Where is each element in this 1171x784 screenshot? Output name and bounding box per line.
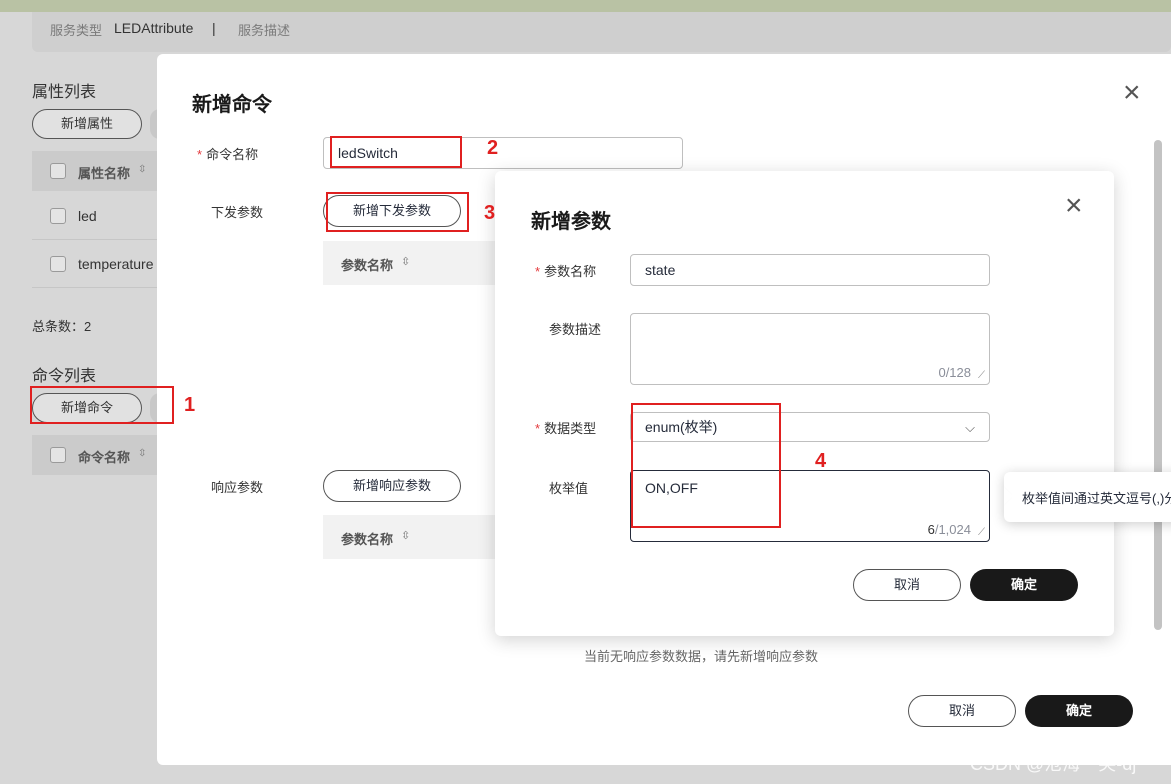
command-name-label: * 命令名称	[197, 147, 259, 162]
annotation-box-3	[326, 192, 469, 232]
table-row: temperature	[32, 240, 158, 288]
property-name-cell: temperature	[78, 256, 154, 272]
select-all-checkbox[interactable]	[50, 163, 66, 179]
response-params-table-header: 参数名称 ⇳	[323, 515, 503, 559]
service-desc-label: 服务描述	[238, 23, 291, 38]
add-response-param-button[interactable]: 新增响应参数	[323, 470, 461, 502]
annotation-box-1	[30, 386, 174, 424]
table-row: led	[32, 192, 158, 240]
sort-icon[interactable]: ⇳	[401, 255, 410, 268]
char-counter: 6/1,024	[927, 522, 971, 537]
row-checkbox[interactable]	[50, 256, 66, 272]
sort-icon[interactable]: ⇳	[138, 164, 146, 175]
command-name-header: 命令名称	[78, 450, 131, 465]
separator: |	[212, 20, 216, 36]
total-count: 总条数：2	[32, 319, 92, 334]
empty-response-tip: 当前无响应参数数据，请先新增响应参数	[584, 649, 819, 664]
command-list-title: 命令列表	[32, 368, 97, 385]
service-info-bar: 服务类型 LEDAttribute | 服务描述	[32, 12, 1171, 52]
dialog-scrollbar[interactable]	[1154, 140, 1162, 630]
param-name-label: * 参数名称	[535, 264, 597, 279]
add-property-button[interactable]: 新增属性	[32, 109, 142, 139]
enum-label: 枚举值	[549, 481, 589, 496]
close-icon[interactable]: ×	[1123, 78, 1141, 108]
annotation-box-4	[631, 403, 781, 528]
property-name-cell: led	[78, 208, 97, 224]
service-type-value: LEDAttribute	[114, 20, 194, 36]
top-strip	[0, 0, 1171, 12]
param-desc-textarea[interactable]: 0/128 ⟋	[630, 313, 990, 385]
chevron-down-icon: ⌵	[965, 420, 975, 435]
data-type-label: * 数据类型	[535, 421, 597, 436]
char-counter: 0/128	[938, 365, 971, 380]
annotation-number-4: 4	[815, 450, 827, 472]
annotation-number-3: 3	[484, 202, 496, 224]
annotation-number-1: 1	[184, 394, 196, 416]
close-icon[interactable]: ×	[1065, 191, 1083, 221]
dialog-title: 新增命令	[192, 94, 272, 116]
select-all-checkbox[interactable]	[50, 447, 66, 463]
confirm-button[interactable]: 确定	[970, 569, 1078, 601]
cancel-button[interactable]: 取消	[853, 569, 961, 601]
sort-icon[interactable]: ⇳	[138, 448, 146, 459]
param-desc-label: 参数描述	[549, 322, 602, 337]
param-name-header: 参数名称	[341, 532, 394, 547]
resize-handle-icon[interactable]: ⟋	[978, 370, 985, 381]
response-params-label: 响应参数	[211, 480, 264, 495]
annotation-box-2	[330, 136, 462, 168]
cancel-button[interactable]: 取消	[908, 695, 1016, 727]
service-type-label: 服务类型	[50, 23, 103, 38]
row-checkbox[interactable]	[50, 208, 66, 224]
annotation-number-2: 2	[487, 137, 499, 159]
send-params-table-header: 参数名称 ⇳	[323, 241, 503, 285]
property-list-title: 属性列表	[32, 84, 97, 101]
watermark: CSDN @沧海一笑-dj	[970, 754, 1137, 774]
resize-handle-icon[interactable]: ⟋	[978, 527, 985, 538]
enum-tooltip: 枚举值间通过英文逗号(,)分隔	[1004, 472, 1171, 522]
dialog-title: 新增参数	[531, 211, 611, 233]
send-params-label: 下发参数	[211, 205, 264, 220]
param-name-input[interactable]: state	[630, 254, 990, 286]
add-param-dialog: 新增参数 × * 参数名称 state 参数描述 0/128 ⟋ * 数据类型 en…	[495, 171, 1114, 636]
sort-icon[interactable]: ⇳	[401, 529, 410, 542]
property-name-header: 属性名称	[78, 166, 131, 181]
property-table-header: 属性名称 ⇳	[32, 151, 158, 191]
param-name-header: 参数名称	[341, 258, 394, 273]
command-table-header: 命令名称 ⇳	[32, 435, 158, 475]
confirm-button[interactable]: 确定	[1025, 695, 1133, 727]
